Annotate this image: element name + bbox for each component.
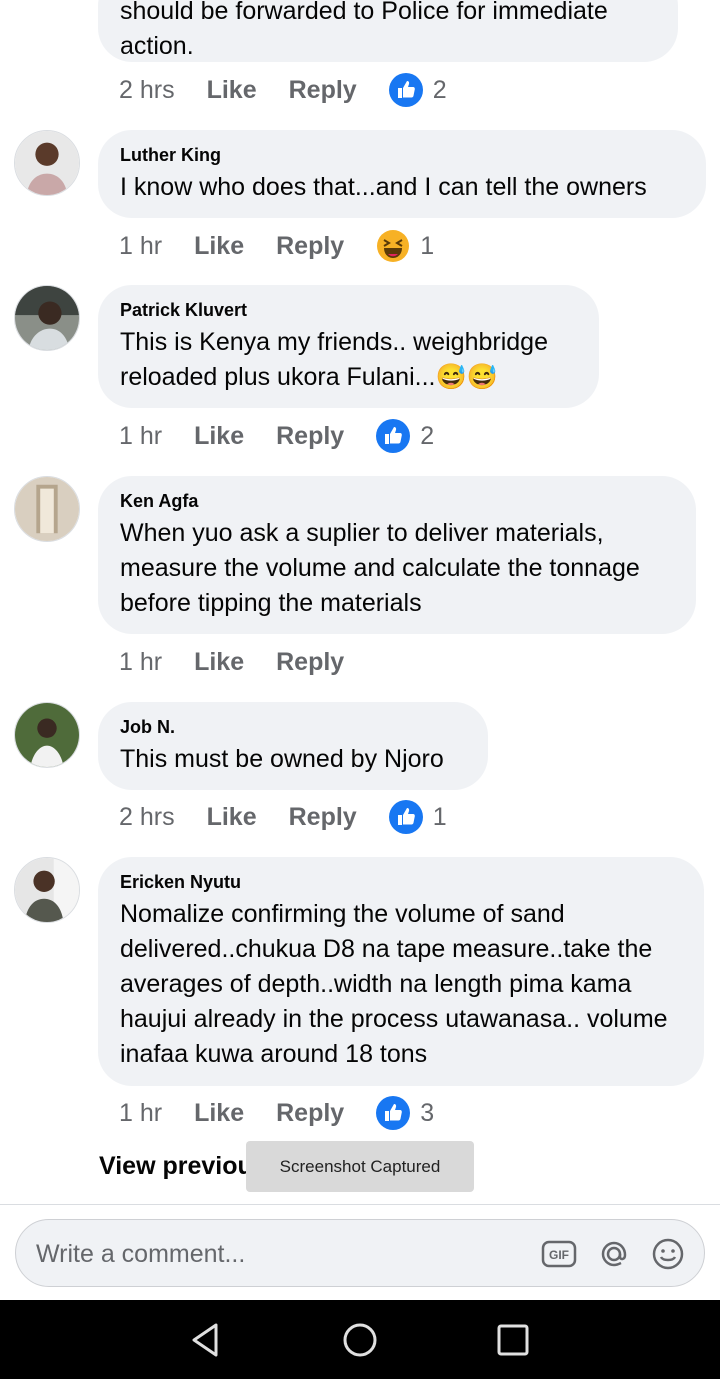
- emoji-icon[interactable]: [650, 1236, 686, 1272]
- home-icon[interactable]: [340, 1320, 380, 1360]
- comment-author[interactable]: Job N.: [120, 716, 466, 738]
- haha-emoji-icon: [377, 230, 410, 262]
- comment-actions: 1 hr Like Reply 3: [119, 1095, 434, 1131]
- like-button[interactable]: Like: [194, 1099, 244, 1128]
- comment-bubble[interactable]: Job N. This must be owned by Njoro: [98, 702, 488, 790]
- comment-time[interactable]: 2 hrs: [119, 803, 175, 832]
- recents-icon[interactable]: [493, 1320, 533, 1360]
- comment-author[interactable]: Ericken Nyutu: [120, 871, 682, 893]
- thumbs-up-icon: [388, 800, 423, 834]
- avatar[interactable]: [14, 476, 80, 542]
- comment-bubble[interactable]: Patrick Kluvert This is Kenya my friends…: [98, 285, 599, 408]
- avatar[interactable]: [14, 130, 80, 196]
- comment-text: should be forwarded to Police for immedi…: [120, 0, 608, 60]
- back-icon[interactable]: [186, 1320, 226, 1360]
- divider: [0, 1204, 720, 1205]
- thumbs-up-icon: [388, 73, 423, 107]
- comment-actions: 1 hr Like Reply 1: [119, 228, 434, 264]
- comment-author[interactable]: Ken Agfa: [120, 490, 674, 512]
- comment-author[interactable]: Patrick Kluvert: [120, 299, 577, 321]
- like-button[interactable]: Like: [194, 232, 244, 261]
- comment-actions: 1 hr Like Reply: [119, 644, 376, 680]
- reaction-count: 3: [420, 1098, 435, 1127]
- comment-text: This is Kenya my friends.. weighbridge r…: [120, 328, 548, 391]
- comment-actions: 1 hr Like Reply 2: [119, 418, 434, 454]
- avatar[interactable]: [14, 857, 80, 923]
- comment-bubble[interactable]: Ken Agfa When yuo ask a suplier to deliv…: [98, 476, 696, 634]
- reply-button[interactable]: Reply: [289, 76, 357, 105]
- thumbs-up-icon: [376, 1096, 411, 1130]
- screenshot-toast: Screenshot Captured: [246, 1141, 474, 1192]
- comment-text: When yuo ask a suplier to deliver materi…: [120, 519, 640, 617]
- gif-icon[interactable]: GIF: [541, 1236, 577, 1272]
- comment-time[interactable]: 1 hr: [119, 1099, 162, 1128]
- comment-text: This must be owned by Njoro: [120, 745, 444, 773]
- reply-button[interactable]: Reply: [276, 422, 344, 451]
- comment-author[interactable]: Luther King: [120, 144, 684, 166]
- reply-button[interactable]: Reply: [276, 232, 344, 261]
- like-button[interactable]: Like: [207, 803, 257, 832]
- comment-actions: 2 hrs Like Reply 2: [119, 72, 447, 108]
- reaction-count: 1: [420, 231, 435, 260]
- reply-button[interactable]: Reply: [276, 1099, 344, 1128]
- reaction-count: 2: [432, 75, 447, 104]
- comment-bubble[interactable]: Ericken Nyutu Nomalize confirming the vo…: [98, 857, 704, 1086]
- like-button[interactable]: Like: [207, 76, 257, 105]
- comment-time[interactable]: 1 hr: [119, 232, 162, 261]
- avatar[interactable]: [14, 702, 80, 768]
- reaction-summary[interactable]: 1: [388, 800, 447, 834]
- like-button[interactable]: Like: [194, 422, 244, 451]
- reaction-summary[interactable]: 2: [376, 419, 434, 453]
- thumbs-up-icon: [376, 419, 411, 453]
- comment-composer: GIF: [15, 1219, 705, 1287]
- comment-bubble[interactable]: should be forwarded to Police for immedi…: [98, 0, 678, 62]
- comment-input[interactable]: [34, 1234, 518, 1274]
- reaction-summary[interactable]: 1: [376, 229, 434, 263]
- comment-bubble[interactable]: Luther King I know who does that...and I…: [98, 130, 706, 218]
- reaction-summary[interactable]: 3: [376, 1096, 434, 1130]
- reaction-summary[interactable]: 2: [388, 73, 447, 107]
- mention-icon[interactable]: [596, 1236, 632, 1272]
- comment-text: I know who does that...and I can tell th…: [120, 173, 647, 201]
- reaction-count: 1: [432, 802, 447, 831]
- reply-button[interactable]: Reply: [289, 803, 357, 832]
- reaction-count: 2: [420, 421, 435, 450]
- comment-time[interactable]: 1 hr: [119, 648, 162, 677]
- svg-text:GIF: GIF: [549, 1248, 569, 1262]
- comment-time[interactable]: 1 hr: [119, 422, 162, 451]
- avatar[interactable]: [14, 285, 80, 351]
- reply-button[interactable]: Reply: [276, 648, 344, 677]
- system-nav-bar: [0, 1300, 720, 1379]
- comment-actions: 2 hrs Like Reply 1: [119, 799, 447, 835]
- comment-time[interactable]: 2 hrs: [119, 76, 175, 105]
- comment-text: Nomalize confirming the volume of sand d…: [120, 900, 668, 1068]
- like-button[interactable]: Like: [194, 648, 244, 677]
